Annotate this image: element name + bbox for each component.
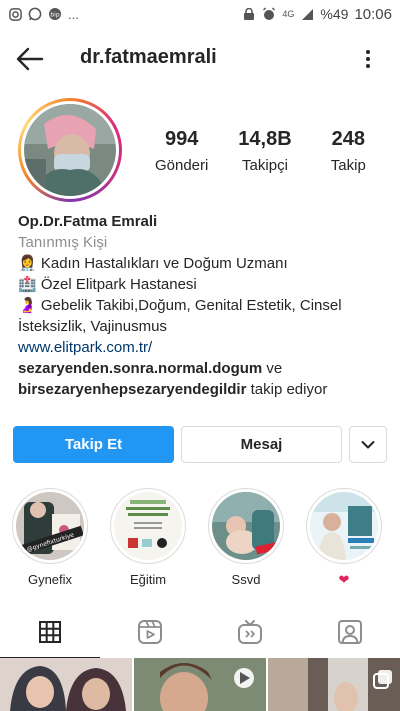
posts-grid — [0, 658, 400, 711]
followed-by-suffix: takip ediyor — [250, 381, 328, 398]
status-right: 4G %49 10:06 — [242, 6, 392, 23]
status-bar: bip ... 4G %49 10:06 — [0, 0, 400, 28]
tab-igtv[interactable] — [200, 606, 300, 658]
profile-category: Tanınmış Kişi — [18, 234, 108, 251]
network-type: 4G — [282, 9, 295, 19]
more-vertical-icon — [366, 50, 370, 68]
followed-by-user-2[interactable]: birsezaryenhepsezaryendegildir — [18, 381, 246, 398]
posts-count: 994 — [164, 128, 199, 150]
profile-actions: Takip Et Mesaj — [13, 426, 387, 464]
following-count: 248 — [331, 128, 365, 150]
profile-name: Op.Dr.Fatma Emrali — [18, 213, 158, 230]
profile-content-tabs — [0, 606, 400, 658]
following-label: Takip — [330, 157, 366, 174]
battery-percent: %49 — [320, 6, 349, 22]
bio-line-services: 🤰 Gebelik Takibi,Doğum, Genital Estetik,… — [18, 295, 388, 337]
profile-stats: 994 Gönderi 14,8B Takipçi 248 Takip — [140, 128, 390, 174]
instagram-notification-icon — [8, 7, 22, 21]
back-button[interactable] — [16, 46, 46, 72]
clock: 10:06 — [354, 5, 392, 23]
follow-button[interactable]: Takip Et — [13, 426, 174, 463]
tagged-user-icon — [338, 620, 362, 644]
following-stat[interactable]: 248 Takip — [308, 128, 388, 174]
highlight-gynefix-cover: @gynefixturkiye — [16, 492, 84, 560]
posts-label: Gönderi — [154, 157, 209, 174]
header-username: dr.fatmaemrali — [80, 46, 217, 68]
profile-header: dr.fatmaemrali — [0, 36, 400, 82]
back-arrow-icon — [16, 47, 44, 71]
igtv-icon — [238, 620, 262, 644]
chat-notification-icon: bip — [48, 7, 62, 21]
post-thumbnail[interactable] — [134, 658, 266, 711]
highlight-heart[interactable]: ❤ — [306, 488, 382, 588]
signal-icon — [300, 7, 314, 21]
bio-hospital-text: Özel Elitpark Hastanesi — [40, 276, 197, 293]
bio-services-text: Gebelik Takibi,Doğum, Genital Estetik, C… — [18, 297, 342, 335]
posts-stat[interactable]: 994 Gönderi — [142, 128, 222, 174]
grid-icon — [39, 621, 61, 643]
chevron-down-icon — [361, 440, 375, 448]
avatar-photo — [24, 104, 116, 196]
followed-by: sezaryenden.sonra.normal.dogum ve birsez… — [18, 358, 388, 400]
followed-by-user-1[interactable]: sezaryenden.sonra.normal.dogum — [18, 360, 262, 377]
tab-tagged[interactable] — [300, 606, 400, 658]
highlight-label-gynefix: Gynefix — [27, 572, 73, 587]
followers-stat[interactable]: 14,8B Takipçi — [225, 128, 305, 174]
message-button[interactable]: Mesaj — [181, 426, 342, 463]
post-thumbnail[interactable] — [0, 658, 132, 711]
highlight-ssvd[interactable]: Ssvd — [208, 488, 284, 587]
reels-icon — [138, 620, 162, 644]
bio-specialty-text: Kadın Hastalıkları ve Doğum Uzmanı — [40, 255, 288, 272]
whatsapp-notification-icon — [28, 7, 42, 21]
tab-posts-grid[interactable] — [0, 606, 100, 658]
followers-count: 14,8B — [238, 128, 292, 150]
profile-bio: Op.Dr.Fatma Emrali Tanınmış Kişi 👩‍⚕️ Ka… — [18, 211, 388, 400]
highlight-ssvd-cover — [212, 492, 280, 560]
lock-icon — [242, 7, 256, 21]
highlight-label-ssvd: Ssvd — [231, 572, 261, 587]
followers-label: Takipçi — [242, 157, 288, 174]
bio-line-specialty: 👩‍⚕️ Kadın Hastalıkları ve Doğum Uzmanı — [18, 253, 388, 274]
highlight-egitim-cover — [114, 492, 182, 560]
profile-avatar[interactable] — [18, 98, 122, 202]
tab-reels[interactable] — [100, 606, 200, 658]
more-options-button[interactable] — [360, 46, 376, 72]
status-left: bip ... — [8, 7, 79, 22]
highlight-label-heart: ❤ — [338, 572, 350, 587]
post-thumbnail[interactable] — [268, 658, 400, 711]
hospital-emoji-icon: 🏥 — [18, 276, 37, 293]
doctor-emoji-icon: 👩‍⚕️ — [18, 255, 37, 272]
story-highlights: @gynefixturkiye Gynefix Eğitim Ssvd ❤ — [12, 488, 392, 588]
alarm-icon — [262, 7, 276, 21]
highlight-heart-cover — [310, 492, 378, 560]
suggested-dropdown-button[interactable] — [349, 426, 387, 463]
highlight-egitim[interactable]: Eğitim — [110, 488, 186, 587]
website-link[interactable]: www.elitpark.com.tr/ — [18, 337, 388, 358]
bio-line-hospital: 🏥 Özel Elitpark Hastanesi — [18, 274, 388, 295]
highlight-gynefix[interactable]: @gynefixturkiye Gynefix — [12, 488, 88, 587]
followed-by-and: ve — [266, 360, 283, 377]
pregnant-emoji-icon: 🤰 — [18, 297, 37, 314]
more-notifications-dots: ... — [68, 6, 79, 22]
svg-text:bip: bip — [50, 12, 59, 19]
highlight-label-egitim: Eğitim — [129, 572, 167, 587]
